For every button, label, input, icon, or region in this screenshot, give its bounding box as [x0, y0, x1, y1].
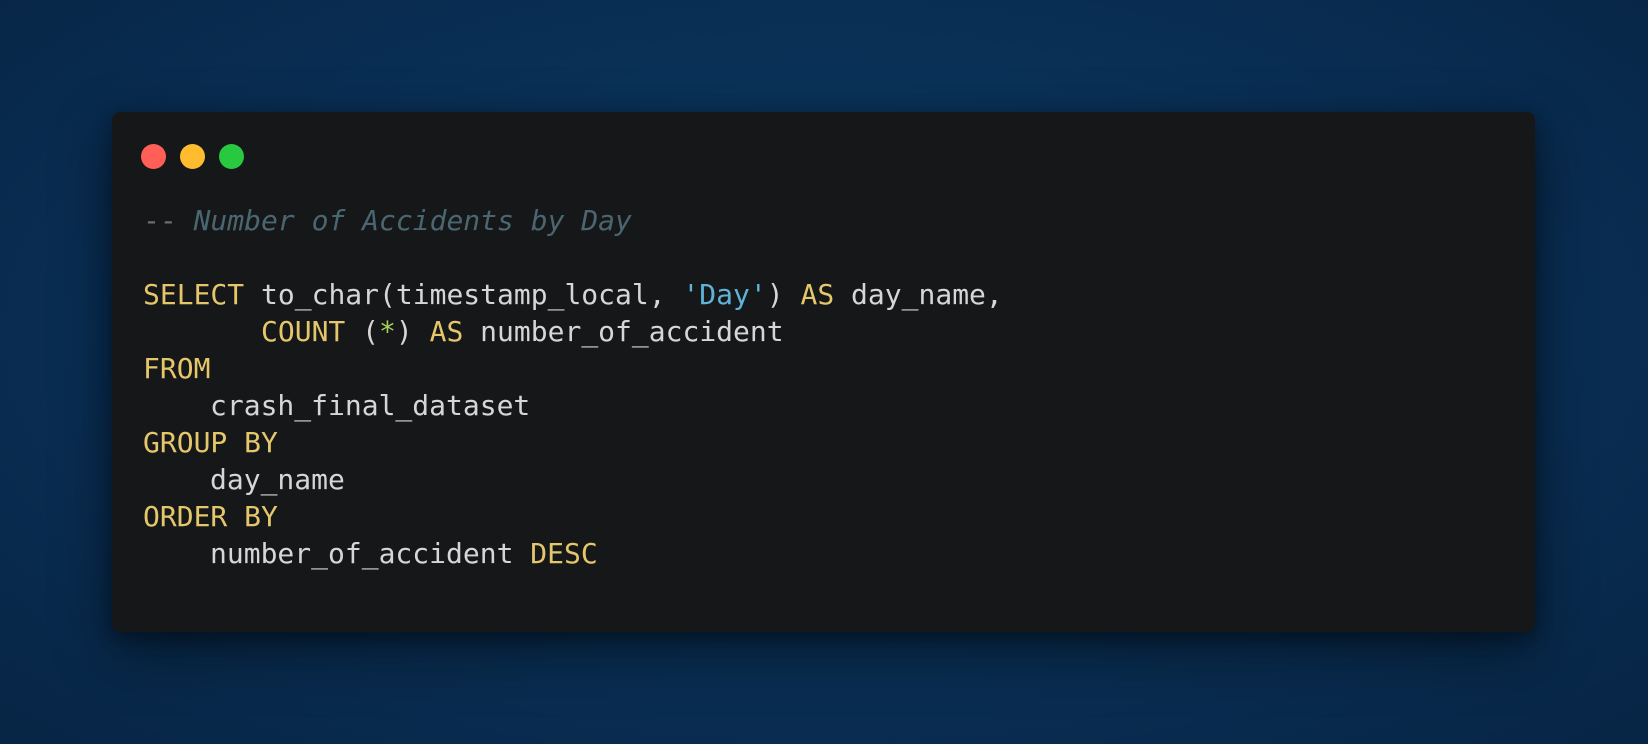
window-controls	[141, 144, 244, 169]
keyword-count: COUNT	[261, 315, 346, 348]
string-literal: 'Day'	[682, 278, 767, 311]
comment-text: Number of Accidents by Day	[193, 204, 632, 237]
code-window: -- Number of Accidents by Day SELECT to_c…	[112, 112, 1535, 632]
alias-day-name: day_name,	[851, 278, 1003, 311]
code-line-group-column: day_name	[143, 461, 1003, 498]
code-block: -- Number of Accidents by Day SELECT to_c…	[143, 202, 1003, 572]
alias-number-of-accident: number_of_accident	[480, 315, 784, 348]
paren-open: (	[362, 315, 380, 348]
keyword-group-by: GROUP BY	[143, 426, 278, 459]
keyword-as: AS	[429, 315, 464, 348]
keyword-select: SELECT	[143, 278, 245, 311]
code-line-table: crash_final_dataset	[143, 387, 1003, 424]
code-line-count: COUNT (*) AS number_of_accident	[143, 313, 1003, 350]
keyword-from: FROM	[143, 352, 211, 385]
paren-close: )	[766, 278, 784, 311]
close-icon[interactable]	[141, 144, 166, 169]
table-name: crash_final_dataset	[210, 389, 531, 422]
maximize-icon[interactable]	[219, 144, 244, 169]
keyword-desc: DESC	[530, 537, 598, 570]
order-column: number_of_accident	[210, 537, 514, 570]
group-column: day_name	[210, 463, 345, 496]
code-line-comment: -- Number of Accidents by Day	[143, 202, 1003, 239]
paren-close: )	[395, 315, 413, 348]
star-operator: *	[379, 315, 396, 348]
keyword-as: AS	[800, 278, 835, 311]
code-line-order-by: ORDER BY	[143, 498, 1003, 535]
comment-dashes: --	[143, 204, 177, 237]
function-call: to_char(timestamp_local,	[261, 278, 683, 311]
code-line-select: SELECT to_char(timestamp_local, 'Day') A…	[143, 276, 1003, 313]
code-line-from: FROM	[143, 350, 1003, 387]
minimize-icon[interactable]	[180, 144, 205, 169]
code-line-order-column: number_of_accident DESC	[143, 535, 1003, 572]
code-line-group-by: GROUP BY	[143, 424, 1003, 461]
keyword-order-by: ORDER BY	[143, 500, 278, 533]
